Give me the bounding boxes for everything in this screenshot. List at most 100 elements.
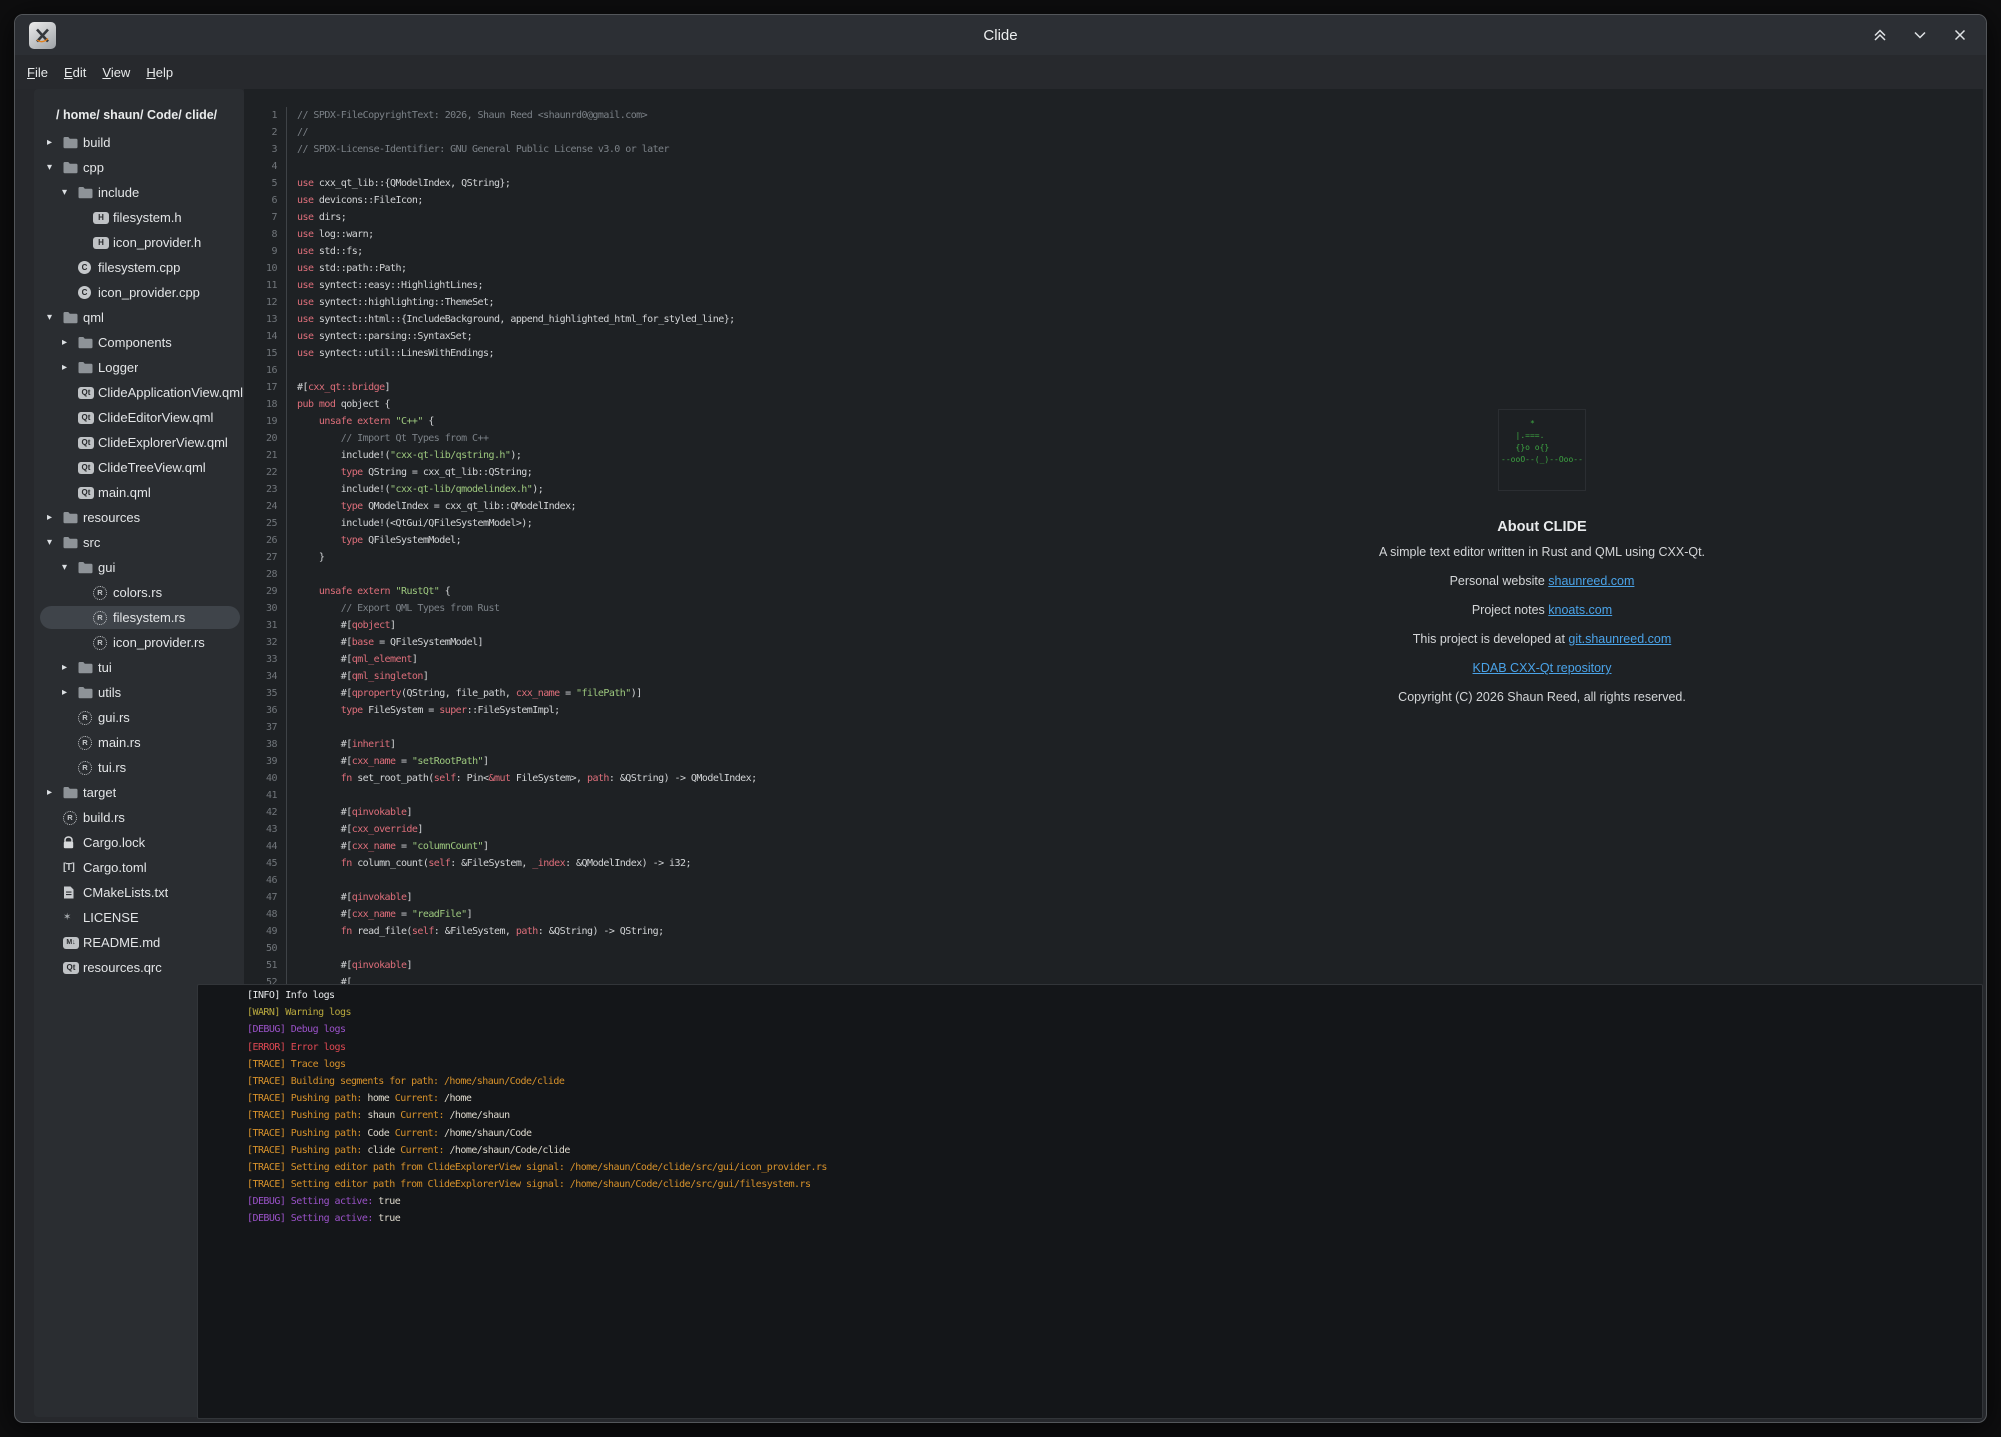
tree-item-gui[interactable]: ▾gui [34, 555, 244, 580]
tree-item-gui.rs[interactable]: Rgui.rs [34, 705, 244, 730]
tree-item-target[interactable]: ▸ target [34, 780, 244, 805]
tree-item-CMakeLists.txt[interactable]: CMakeLists.txt [34, 880, 244, 905]
tree-item-colors.rs[interactable]: Rcolors.rs [34, 580, 244, 605]
chevron-right-icon[interactable]: ▸ [47, 787, 63, 798]
about-link[interactable]: shaunreed.com [1548, 574, 1634, 588]
tree-item-label: Cargo.toml [83, 860, 147, 875]
chevron-right-icon[interactable]: ▸ [62, 662, 78, 673]
line-number: 25 [244, 515, 286, 532]
menu-item-help[interactable]: Help [144, 62, 175, 83]
menu-bar: File Edit View Help [15, 55, 1986, 89]
line-number: 4 [244, 158, 286, 175]
log-line: [TRACE] Pushing path: shaun Current: /ho… [247, 1107, 1978, 1124]
folder-icon [78, 561, 98, 574]
line-number: 39 [244, 753, 286, 770]
tree-item-ClideEditorView.qml[interactable]: QtClideEditorView.qml [34, 405, 244, 430]
about-line: KDAB CXX-Qt repository [1192, 654, 1892, 683]
tree-item-label: Logger [98, 360, 138, 375]
about-link[interactable]: KDAB CXX-Qt repository [1473, 661, 1612, 675]
tree-item-filesystem.rs[interactable]: Rfilesystem.rs [34, 605, 244, 630]
tree-item-cpp[interactable]: ▾cpp [34, 155, 244, 180]
about-line: This project is developed at git.shaunre… [1192, 625, 1892, 654]
about-link[interactable]: knoats.com [1548, 603, 1612, 617]
close-button[interactable] [1950, 25, 1970, 45]
tree-item-label: filesystem.cpp [98, 260, 180, 275]
folder-icon [63, 161, 83, 174]
minimize-button[interactable] [1910, 25, 1930, 45]
tree-item-ClideTreeView.qml[interactable]: QtClideTreeView.qml [34, 455, 244, 480]
rust-icon: R [63, 811, 83, 825]
line-number: 2 [244, 124, 286, 141]
tree-item-label: include [98, 185, 139, 200]
line-number: 5 [244, 175, 286, 192]
code-line: use cxx_qt_lib::{QModelIndex, QString}; [297, 175, 1983, 192]
line-number: 33 [244, 651, 286, 668]
qt-icon: Qt [78, 412, 98, 424]
tree-item-Logger[interactable]: ▸ Logger [34, 355, 244, 380]
tree-item-filesystem.cpp[interactable]: Cfilesystem.cpp [34, 255, 244, 280]
tree-item-build[interactable]: ▸build [34, 130, 244, 155]
tree-item-label: CMakeLists.txt [83, 885, 168, 900]
tree-item-icon_provider.h[interactable]: Hicon_provider.h [34, 230, 244, 255]
tree-item-src[interactable]: ▾src [34, 530, 244, 555]
tree-item-Cargo.lock[interactable]: Cargo.lock [34, 830, 244, 855]
chevron-right-icon[interactable]: ▸ [62, 362, 78, 373]
menu-item-edit[interactable]: Edit [62, 62, 88, 83]
tree-item-label: target [83, 785, 116, 800]
tree-item-build.rs[interactable]: Rbuild.rs [34, 805, 244, 830]
qt-icon: Qt [78, 462, 98, 474]
chevron-down-icon[interactable]: ▾ [47, 537, 63, 548]
tree-item-main.rs[interactable]: Rmain.rs [34, 730, 244, 755]
about-line-text: Personal website [1450, 574, 1549, 588]
code-line [297, 787, 1983, 804]
folder-icon [63, 511, 83, 524]
chevron-down-icon[interactable]: ▾ [62, 562, 78, 573]
shade-button[interactable] [1870, 25, 1890, 45]
log-line: [TRACE] Trace logs [247, 1056, 1978, 1073]
chevron-right-icon[interactable]: ▸ [47, 512, 63, 523]
tree-item-label: Components [98, 335, 172, 350]
menu-item-file[interactable]: File [25, 62, 50, 83]
chevron-right-icon[interactable]: ▸ [62, 687, 78, 698]
chevron-right-icon[interactable]: ▸ [62, 337, 78, 348]
tree-item-qml[interactable]: ▾qml [34, 305, 244, 330]
tree-item-filesystem.h[interactable]: Hfilesystem.h [34, 205, 244, 230]
code-line [297, 362, 1983, 379]
rust-icon: R [93, 586, 113, 600]
code-line: use syntect::util::LinesWithEndings; [297, 345, 1983, 362]
tree-item-include[interactable]: ▾ include [34, 180, 244, 205]
folder-icon [78, 186, 98, 199]
code-line: use devicons::FileIcon; [297, 192, 1983, 209]
chevron-down-icon[interactable]: ▾ [62, 187, 78, 198]
title-bar[interactable]: Clide [15, 15, 1986, 55]
log-console-panel[interactable]: [INFO] Info logs[WARN] Warning logs[DEBU… [197, 984, 1983, 1419]
tree-item-tui.rs[interactable]: Rtui.rs [34, 755, 244, 780]
line-number: 29 [244, 583, 286, 600]
chevron-right-icon[interactable]: ▸ [47, 137, 63, 148]
chevron-down-icon[interactable]: ▾ [47, 162, 63, 173]
about-links: Personal website shaunreed.comProject no… [1192, 567, 1892, 683]
tree-item-utils[interactable]: ▸utils [34, 680, 244, 705]
tree-item-ClideExplorerView.qml[interactable]: QtClideExplorerView.qml [34, 430, 244, 455]
tree-item-icon_provider.cpp[interactable]: Cicon_provider.cpp [34, 280, 244, 305]
code-line: #[cxx_override] [297, 821, 1983, 838]
tree-item-tui[interactable]: ▸tui [34, 655, 244, 680]
tree-item-label: ClideTreeView.qml [98, 460, 206, 475]
log-line: [TRACE] Pushing path: home Current: /hom… [247, 1090, 1978, 1107]
menu-item-view[interactable]: View [100, 62, 132, 83]
tree-item-icon_provider.rs[interactable]: Ricon_provider.rs [34, 630, 244, 655]
tree-item-resources[interactable]: ▸resources [34, 505, 244, 530]
line-number: 10 [244, 260, 286, 277]
tree-item-main.qml[interactable]: Qtmain.qml [34, 480, 244, 505]
folder-icon [78, 686, 98, 699]
tree-item-LICENSE[interactable]: ✶LICENSE [34, 905, 244, 930]
tree-item-Cargo.toml[interactable]: [T]Cargo.toml [34, 855, 244, 880]
line-number: 16 [244, 362, 286, 379]
tree-item-ClideApplicationView.qml[interactable]: QtClideApplicationView.qml [34, 380, 244, 405]
tree-item-resources.qrc[interactable]: Qtresources.qrc [34, 955, 244, 980]
tree-item-Components[interactable]: ▸ Components [34, 330, 244, 355]
chevron-down-icon[interactable]: ▾ [47, 312, 63, 323]
about-link[interactable]: git.shaunreed.com [1568, 632, 1671, 646]
tree-item-README.md[interactable]: M↓README.md [34, 930, 244, 955]
line-number: 1 [244, 107, 286, 124]
